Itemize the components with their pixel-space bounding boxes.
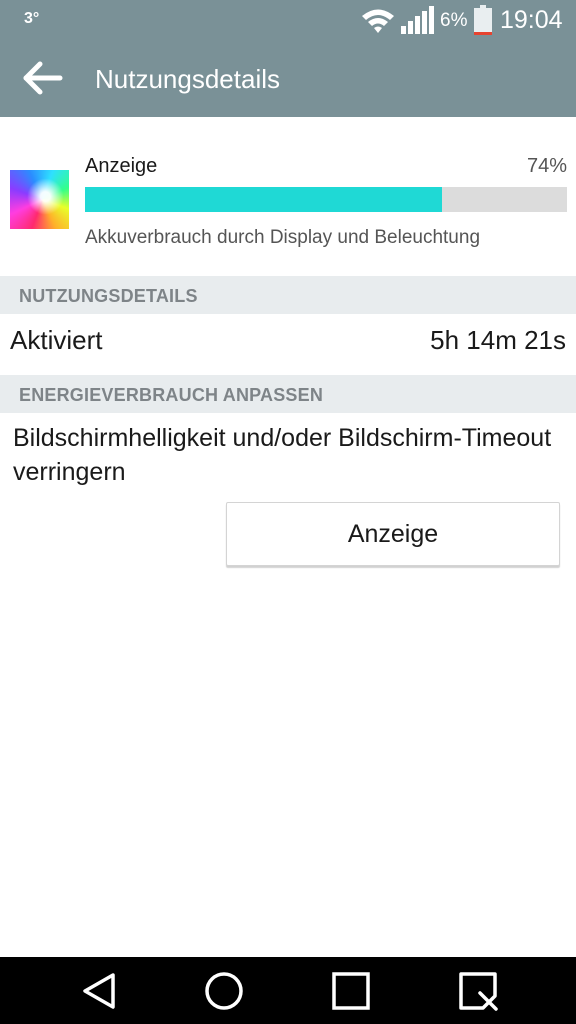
- section-header-adjust-power: ENERGIEVERBRAUCH ANPASSEN: [0, 375, 576, 413]
- usage-row-label: Aktiviert: [10, 325, 103, 355]
- usage-item-name: Anzeige: [85, 155, 158, 177]
- battery-level-fill: [474, 32, 492, 35]
- wifi-icon: [362, 9, 394, 33]
- app-bar: Nutzungsdetails: [0, 42, 576, 117]
- usage-progress-bar: [85, 187, 567, 212]
- clock: 19:04: [500, 6, 563, 34]
- usage-item-description: Akkuverbrauch durch Display und Beleucht…: [85, 227, 481, 248]
- home-circle-icon[interactable]: [202, 969, 246, 1013]
- display-settings-button[interactable]: Anzeige: [226, 502, 560, 566]
- section-header-label: ENERGIEVERBRAUCH ANPASSEN: [19, 385, 324, 405]
- display-app-icon: [10, 170, 69, 229]
- adjust-hint-text: Bildschirmhelligkeit und/oder Bildschirm…: [13, 424, 552, 486]
- section-header-usage-details: NUTZUNGSDETAILS: [0, 276, 576, 314]
- back-triangle-icon[interactable]: [77, 969, 121, 1013]
- usage-progress-fill: [85, 187, 442, 212]
- battery-percent: 6%: [440, 10, 468, 31]
- usage-row-value: 5h 14m 21s: [430, 325, 566, 355]
- battery-icon: [474, 5, 492, 35]
- status-bar: 3° 6% 19:04: [0, 0, 576, 42]
- qslide-icon[interactable]: [456, 969, 500, 1013]
- navigation-bar: [0, 957, 576, 1024]
- arrow-left-icon[interactable]: [22, 60, 64, 96]
- section-header-label: NUTZUNGSDETAILS: [19, 286, 198, 306]
- recents-square-icon[interactable]: [329, 969, 373, 1013]
- page-title: Nutzungsdetails: [95, 64, 280, 94]
- temperature-indicator: 3°: [24, 10, 40, 27]
- cell-signal-icon: [401, 6, 434, 34]
- usage-item-percent: 74%: [526, 155, 567, 177]
